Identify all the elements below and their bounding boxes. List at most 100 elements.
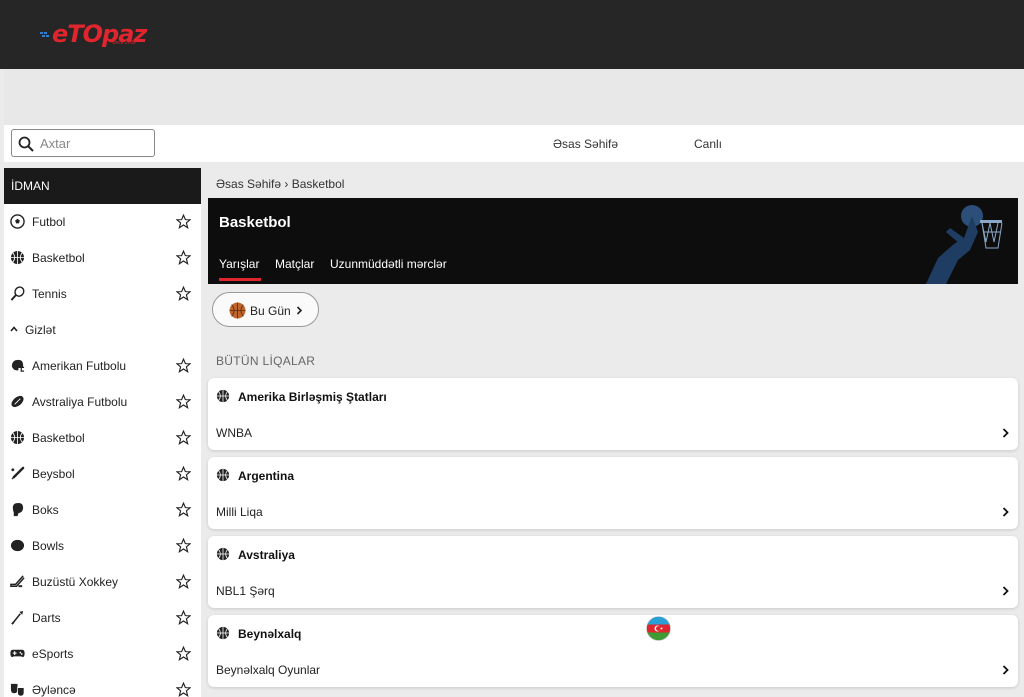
league-name[interactable]: Beynəlxalq Oyunlar — [216, 663, 320, 677]
league-card[interactable]: Avstraliya NBL1 Şərq — [208, 536, 1018, 608]
star-icon[interactable] — [176, 610, 191, 625]
sidebar-item-label: Bowls — [32, 539, 65, 553]
star-icon[interactable] — [176, 394, 191, 409]
search-input[interactable] — [40, 134, 150, 152]
azerbaijan-flag-icon[interactable] — [646, 616, 671, 641]
sidebar-item-avstraliya-futbolu[interactable]: Avstraliya Futbolu — [4, 384, 201, 420]
league-name[interactable]: WNBA — [216, 426, 252, 440]
sidebar-item-label: Basketbol — [32, 431, 85, 445]
star-icon[interactable] — [176, 502, 191, 517]
soccer-ball-icon — [10, 214, 25, 229]
sidebar-item-label: Avstraliya Futbolu — [32, 395, 128, 409]
search-icon — [18, 136, 34, 152]
logo-tagline: since 2012 — [112, 40, 137, 46]
bowls-ball-icon — [10, 539, 25, 552]
sidebar-item-label: Əyləncə — [32, 683, 76, 697]
basketball-icon — [216, 626, 230, 640]
sidebar-item-label: Futbol — [32, 215, 66, 229]
sidebar-item-esports[interactable]: eSports — [4, 636, 201, 672]
football-helmet-icon — [11, 359, 25, 372]
masks-icon — [10, 683, 25, 697]
sidebar-item-label: Darts — [32, 611, 61, 625]
sidebar-item-amerikan-futbolu[interactable]: Amerikan Futbolu — [4, 348, 201, 384]
star-icon[interactable] — [176, 286, 191, 301]
breadcrumb: Əsas Səhifə › Basketbol — [216, 177, 344, 191]
today-filter-button[interactable]: Bu Gün — [212, 292, 319, 327]
star-icon[interactable] — [176, 214, 191, 229]
page-title: Basketbol — [219, 214, 291, 231]
aussie-rules-ball-icon — [11, 395, 24, 408]
sidebar-item-label: Tennis — [32, 287, 67, 301]
sidebar-item-label: Basketbol — [32, 251, 85, 265]
league-card[interactable]: Beynəlxalq Beynəlxalq Oyunlar — [208, 615, 1018, 687]
sidebar-item-basketbol-2[interactable]: Basketbol — [4, 420, 201, 456]
breadcrumb-home-link[interactable]: Əsas Səhifə — [216, 177, 281, 191]
sidebar-item-basketbol[interactable]: Basketbol — [4, 240, 201, 276]
nav-row: Əsas Səhifə Canlı — [4, 125, 1024, 162]
chevron-right-icon[interactable] — [1002, 665, 1009, 675]
gamepad-icon — [10, 649, 25, 657]
sports-sidebar: İDMAN Futbol Basketbol Tennis Gizlət Ame… — [4, 168, 201, 697]
tennis-racket-icon — [10, 286, 25, 301]
basketball-icon — [216, 389, 230, 403]
tab-uzunmuddetli[interactable]: Uzunmüddətli mərclər — [330, 257, 447, 271]
sidebar-item-bowls[interactable]: Bowls — [4, 528, 201, 564]
search-box[interactable] — [11, 129, 155, 157]
active-tab-indicator — [219, 278, 261, 281]
section-title: BÜTÜN LİQALAR — [216, 354, 316, 368]
chevron-right-icon — [296, 306, 303, 315]
basketball-icon — [10, 430, 25, 445]
tab-yarislar[interactable]: Yarışlar — [219, 257, 259, 271]
sidebar-toggle-label: Gizlət — [25, 323, 56, 337]
league-card[interactable]: Amerika Birləşmiş Ştatları WNBA — [208, 378, 1018, 450]
league-country: Argentina — [238, 469, 295, 483]
baseball-bat-icon — [11, 466, 25, 480]
sidebar-item-darts[interactable]: Darts — [4, 600, 201, 636]
star-icon[interactable] — [176, 430, 191, 445]
star-icon[interactable] — [176, 682, 191, 697]
sidebar-item-label: Buzüstü Xokkey — [32, 575, 119, 589]
hockey-stick-icon — [10, 575, 25, 588]
league-country: Beynəlxalq — [238, 627, 302, 641]
nav-home-link[interactable]: Əsas Səhifə — [553, 137, 618, 151]
sidebar-item-label: eSports — [32, 647, 74, 661]
basketball-icon — [216, 468, 230, 482]
basketball-icon — [229, 302, 246, 319]
nav-live-link[interactable]: Canlı — [694, 137, 722, 151]
today-button-label: Bu Gün — [250, 304, 291, 318]
star-icon[interactable] — [176, 538, 191, 553]
sidebar-item-label: Boks — [32, 503, 59, 517]
sidebar-item-futbol[interactable]: Futbol — [4, 204, 201, 240]
brand-logo[interactable]: eTOpaz since 2012 — [40, 20, 160, 50]
logo-dots-icon — [40, 32, 49, 37]
star-icon[interactable] — [176, 358, 191, 373]
chevron-right-icon[interactable] — [1002, 586, 1009, 596]
star-icon[interactable] — [176, 466, 191, 481]
banner-band — [4, 69, 1024, 125]
basketball-player-illustration — [926, 205, 1003, 284]
sidebar-item-boks[interactable]: Boks — [4, 492, 201, 528]
chevron-right-icon[interactable] — [1002, 507, 1009, 517]
tab-matclar[interactable]: Matçlar — [275, 257, 314, 271]
chevron-up-icon — [10, 326, 18, 332]
sidebar-item-eylence[interactable]: Əyləncə — [4, 672, 201, 697]
sidebar-item-beysbol[interactable]: Beysbol — [4, 456, 201, 492]
sidebar-item-label: Beysbol — [32, 467, 75, 481]
star-icon[interactable] — [176, 574, 191, 589]
star-icon[interactable] — [176, 250, 191, 265]
sidebar-hide-toggle[interactable]: Gizlət — [4, 312, 201, 348]
sidebar-item-buzustu-xokkey[interactable]: Buzüstü Xokkey — [4, 564, 201, 600]
star-icon[interactable] — [176, 646, 191, 661]
league-name[interactable]: Milli Liqa — [216, 505, 263, 519]
breadcrumb-current: Basketbol — [291, 177, 345, 191]
boxing-glove-icon — [12, 502, 24, 517]
league-name[interactable]: NBL1 Şərq — [216, 584, 275, 598]
league-country: Avstraliya — [238, 548, 295, 562]
dart-icon — [11, 610, 24, 625]
sidebar-item-label: Amerikan Futbolu — [32, 359, 127, 373]
chevron-right-icon[interactable] — [1002, 428, 1009, 438]
league-card[interactable]: Argentina Milli Liqa — [208, 457, 1018, 529]
sidebar-item-tennis[interactable]: Tennis — [4, 276, 201, 312]
breadcrumb-separator: › — [284, 177, 289, 191]
basketball-icon — [216, 547, 230, 561]
